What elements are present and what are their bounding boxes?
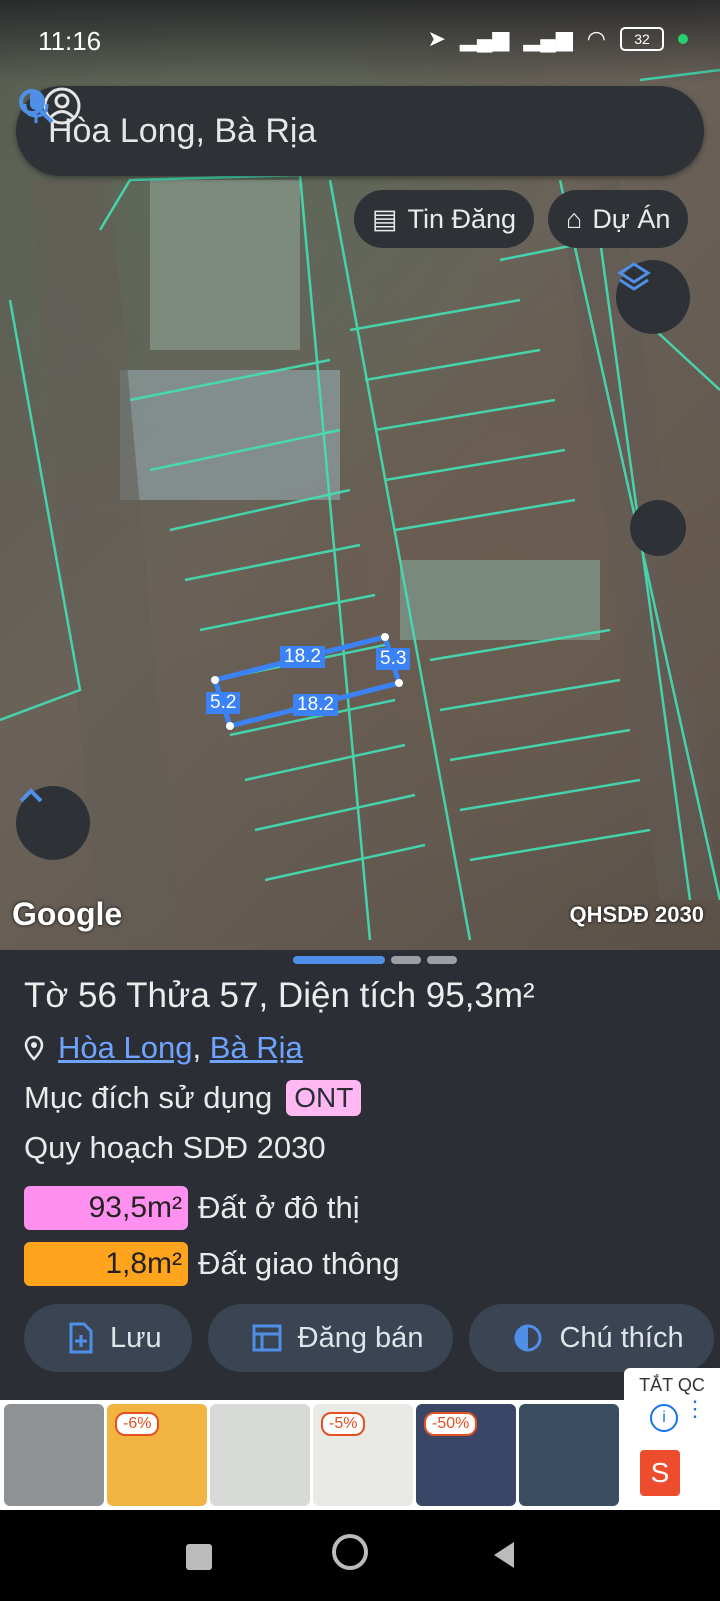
area-value-urban: 93,5m² — [24, 1186, 188, 1230]
camera-indicator-icon — [678, 34, 688, 44]
save-button[interactable]: Lưu — [24, 1304, 192, 1372]
legend-label: Chú thích — [559, 1321, 684, 1354]
purpose-label: Mục đích sử dụng — [24, 1080, 273, 1115]
city-link[interactable]: Bà Rịa — [210, 1030, 303, 1065]
project-chip[interactable]: ⌂ Dự Án — [548, 190, 689, 248]
search-input[interactable]: Hòa Long, Bà Rịa — [48, 112, 704, 151]
discount-tag: -5% — [321, 1412, 366, 1436]
location-pin-icon — [24, 1035, 44, 1061]
parcel-info-sheet[interactable]: Tờ 56 Thửa 57, Diện tích 95,3m² Hòa Long… — [0, 950, 720, 1400]
layers-icon — [617, 262, 651, 291]
land-purpose-row: Mục đích sử dụng ONT — [24, 1080, 362, 1116]
plan-layer-label: QHSDĐ 2030 — [569, 902, 704, 927]
location-separator: , — [192, 1030, 202, 1065]
search-bar[interactable]: Hòa Long, Bà Rịa — [16, 86, 704, 176]
contrast-icon — [514, 1324, 542, 1352]
area-row-traffic: 1,8m² Đất giao thông — [24, 1242, 400, 1286]
project-label: Dự Án — [592, 203, 671, 234]
recents-button[interactable] — [186, 1544, 212, 1570]
chevron-up-icon — [19, 788, 43, 803]
parcel-title: Tờ 56 Thửa 57, Diện tích 95,3m² — [24, 976, 535, 1015]
area-label-urban: Đất ở đô thị — [198, 1190, 360, 1225]
google-logo: Google — [12, 896, 123, 932]
area-row-urban: 93,5m² Đất ở đô thị — [24, 1186, 360, 1230]
ward-link[interactable]: Hòa Long — [58, 1030, 192, 1065]
map-control-button[interactable] — [630, 500, 686, 556]
post-sale-button[interactable]: Đăng bán — [207, 1304, 454, 1372]
listing-chip[interactable]: ▤ Tin Đăng — [354, 190, 535, 248]
parcel-location: Hòa Long, Bà Rịa — [24, 1030, 303, 1066]
area-value-traffic: 1,8m² — [24, 1242, 188, 1286]
ad-product-wallet[interactable]: -50% — [416, 1404, 516, 1506]
ad-info-icon[interactable]: i — [650, 1404, 678, 1432]
map-view[interactable]: 18.2 18.2 5.2 5.3 11:16 ➤ ▂▄▆ ▂▄▆ ◠ 32 H… — [0, 0, 720, 950]
ad-product-backpack[interactable] — [4, 1404, 104, 1506]
location-arrow-icon: ➤ — [427, 26, 446, 51]
measure-top: 18.2 — [280, 646, 325, 668]
status-bar: 11:16 ➤ ▂▄▆ ▂▄▆ ◠ 32 — [0, 0, 720, 84]
listing-icon: ▤ — [372, 203, 398, 234]
listing-icon-2 — [252, 1324, 282, 1352]
expand-button[interactable] — [16, 786, 90, 860]
plan-label: Quy hoạch SDĐ 2030 — [24, 1130, 326, 1165]
discount-tag: -6% — [115, 1412, 160, 1436]
shopee-logo-icon: S — [640, 1450, 680, 1496]
back-button[interactable] — [490, 1540, 518, 1570]
legend-button[interactable]: Chú thích — [469, 1304, 714, 1372]
ad-product-pouches[interactable]: -5% — [313, 1404, 413, 1506]
ad-product-toys[interactable]: -6% — [107, 1404, 207, 1506]
signal-icon: ▂▄▆ — [459, 26, 510, 51]
action-buttons: Lưu Đăng bán Chú thích — [24, 1304, 714, 1372]
save-label: Lưu — [110, 1321, 162, 1354]
ad-menu-icon[interactable]: ⋮ — [684, 1398, 706, 1420]
purpose-code-badge: ONT — [286, 1080, 362, 1116]
signal-icon-2: ▂▄▆ — [523, 26, 573, 51]
discount-tag: -50% — [424, 1412, 478, 1436]
add-file-icon — [69, 1322, 93, 1354]
building-icon: ⌂ — [566, 203, 583, 234]
measure-bottom: 18.2 — [293, 694, 338, 716]
ad-product-bags[interactable] — [210, 1404, 310, 1506]
area-label-traffic: Đất giao thông — [198, 1246, 400, 1281]
ad-banner[interactable]: -6% -5% -50% i ⋮ S — [0, 1398, 720, 1510]
clock: 11:16 — [38, 26, 102, 56]
battery-icon: 32 — [620, 27, 664, 51]
microphone-icon[interactable] — [16, 86, 56, 126]
ad-product-organizer[interactable] — [519, 1404, 619, 1506]
measure-left: 5.2 — [206, 692, 241, 714]
home-button[interactable] — [332, 1534, 368, 1570]
measure-right: 5.3 — [376, 648, 411, 670]
system-nav-bar — [0, 1510, 720, 1601]
wifi-icon: ◠ — [586, 26, 606, 51]
layers-button[interactable] — [616, 260, 690, 334]
post-sale-label: Đăng bán — [297, 1321, 424, 1354]
sheet-handle[interactable] — [293, 956, 457, 964]
listing-label: Tin Đăng — [407, 203, 517, 234]
